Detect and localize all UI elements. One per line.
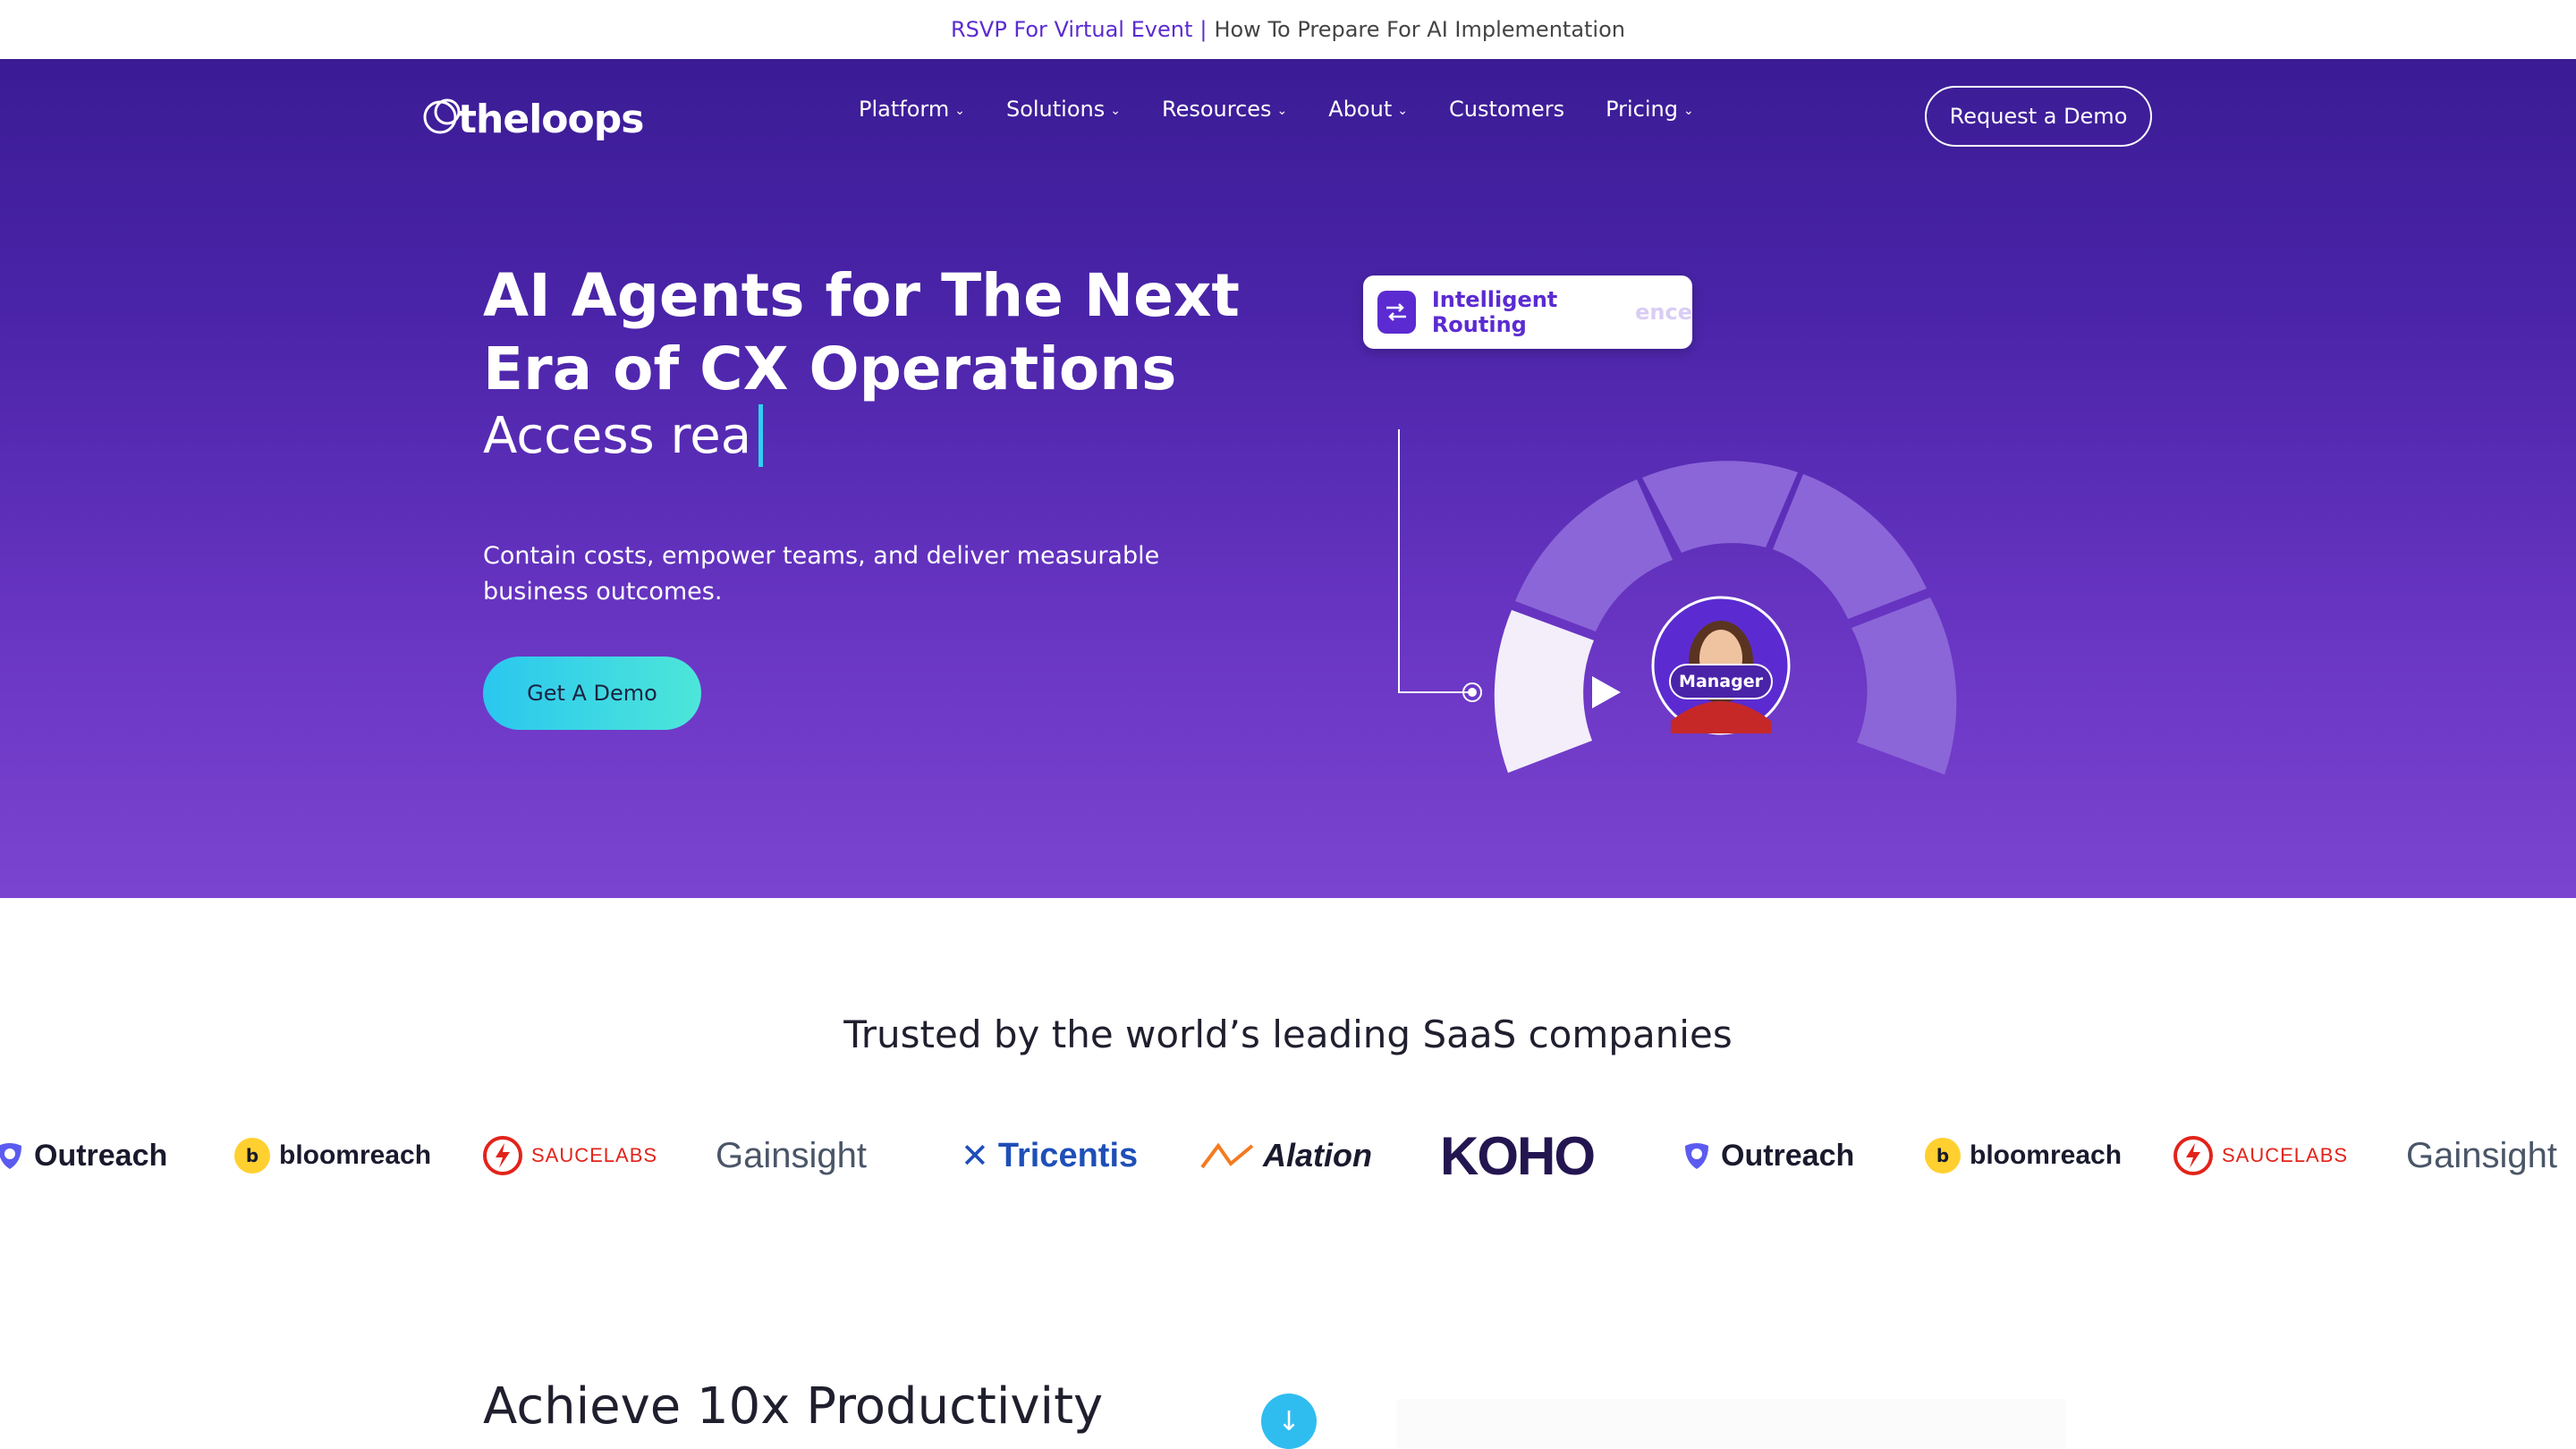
logo-label: KOHO [1440, 1125, 1596, 1186]
chevron-down-icon: ⌄ [1276, 104, 1288, 118]
logo-text: theloops [458, 97, 644, 142]
typed-text-value: Access rea [483, 406, 752, 465]
logo-label: Outreach [1721, 1138, 1855, 1173]
request-demo-button[interactable]: Request a Demo [1925, 86, 2152, 147]
nav-about-label: About [1328, 97, 1393, 122]
gainsight-logo: Gainsight [716, 1120, 867, 1191]
bloomreach-logo: b bloomreach [234, 1120, 431, 1191]
routing-card-label: Intelligent Routing [1431, 287, 1558, 337]
banner-rsvp-link[interactable]: RSVP For Virtual Event [951, 17, 1192, 42]
outreach-logo: Outreach [0, 1120, 167, 1191]
typed-text: Access rea [483, 404, 764, 467]
logo-label: SAUCELABS [2222, 1144, 2349, 1166]
logo-carousel: Outreach b bloomreach SAUCELABS Gainsigh… [0, 1120, 2576, 1191]
banner-text[interactable]: How To Prepare For AI Implementation [1214, 17, 1625, 42]
outreach-logo: Outreach [1682, 1120, 1854, 1191]
outreach-mark-icon [0, 1143, 21, 1169]
gauge-graphic [1398, 429, 1957, 775]
outreach-mark-icon [1685, 1143, 1708, 1169]
logo-label: Gainsight [716, 1135, 867, 1175]
saucelabs-logo: SAUCELABS [2174, 1120, 2348, 1191]
gainsight-logo: Gainsight [2406, 1120, 2557, 1191]
hero-subtitle: Contain costs, empower teams, and delive… [483, 542, 1160, 606]
alation-logo: Alation [1200, 1120, 1372, 1191]
announcement-banner[interactable]: RSVP For Virtual Event | How To Prepare … [0, 0, 2576, 59]
nav-customers[interactable]: Customers [1449, 97, 1564, 122]
arrow-down-icon[interactable]: ↓ [1261, 1394, 1317, 1449]
nav-solutions[interactable]: Solutions ⌄ [1006, 97, 1121, 122]
nav-customers-label: Customers [1448, 97, 1565, 122]
bloomreach-logo: b bloomreach [1925, 1120, 2122, 1191]
nav-about[interactable]: About ⌄ [1328, 97, 1408, 122]
bloomreach-mark-icon: b [1925, 1138, 1961, 1174]
chevron-down-icon: ⌄ [1397, 104, 1408, 118]
chevron-down-icon: ⌄ [1110, 104, 1121, 118]
koho-logo: KOHO [1440, 1120, 1596, 1191]
logo-label: bloomreach [279, 1140, 432, 1170]
nav-pricing[interactable]: Pricing ⌄ [1606, 97, 1694, 122]
nav-platform[interactable]: Platform ⌄ [859, 97, 965, 122]
logo-label: Tricentis [997, 1136, 1139, 1174]
routing-card-ghost-text: ence [1635, 300, 1692, 325]
loops-logo-icon [422, 96, 463, 137]
logo-label: SAUCELABS [531, 1144, 658, 1166]
hero-section: theloops Platform ⌄ Solutions ⌄ Resource… [0, 59, 2576, 898]
main-nav: Platform ⌄ Solutions ⌄ Resources ⌄ About… [859, 97, 1694, 122]
chevron-down-icon: ⌄ [954, 104, 965, 118]
text-caret [758, 404, 764, 467]
logo-label: Alation [1263, 1137, 1372, 1174]
logo[interactable]: theloops [422, 89, 644, 142]
tricentis-x-icon: ✕ [961, 1136, 989, 1175]
nav-resources[interactable]: Resources ⌄ [1162, 97, 1287, 122]
svg-text:b: b [1936, 1145, 1949, 1166]
intelligent-routing-card: Intelligent Routing ence [1363, 275, 1692, 349]
section-preview-panel [1397, 1399, 2066, 1449]
logo-label: Outreach [34, 1138, 168, 1173]
hero-title: AI Agents for The Next Era of CX Operati… [483, 261, 1240, 403]
nav-pricing-label: Pricing [1606, 97, 1678, 122]
trusted-heading: Trusted by the world’s leading SaaS comp… [843, 1013, 1733, 1056]
nav-platform-label: Platform [859, 97, 950, 122]
alation-mark-icon [1200, 1142, 1254, 1169]
logo-label: Gainsight [2406, 1135, 2557, 1175]
tricentis-logo: ✕ Tricentis [961, 1120, 1138, 1191]
saucelabs-mark-icon [2174, 1136, 2213, 1175]
svg-text:b: b [246, 1145, 258, 1166]
nav-resources-label: Resources [1161, 97, 1272, 122]
saucelabs-logo: SAUCELABS [483, 1120, 657, 1191]
routing-icon [1377, 291, 1416, 334]
saucelabs-mark-icon [483, 1136, 522, 1175]
nav-solutions-label: Solutions [1005, 97, 1106, 122]
section-heading: Achieve 10x Productivity [483, 1377, 1104, 1436]
get-demo-button[interactable]: Get A Demo [483, 657, 701, 730]
chevron-down-icon: ⌄ [1682, 104, 1694, 118]
bloomreach-mark-icon: b [234, 1138, 270, 1174]
banner-separator: | [1199, 17, 1208, 42]
manager-badge: Manager [1669, 664, 1773, 699]
logo-label: bloomreach [1970, 1140, 2123, 1170]
